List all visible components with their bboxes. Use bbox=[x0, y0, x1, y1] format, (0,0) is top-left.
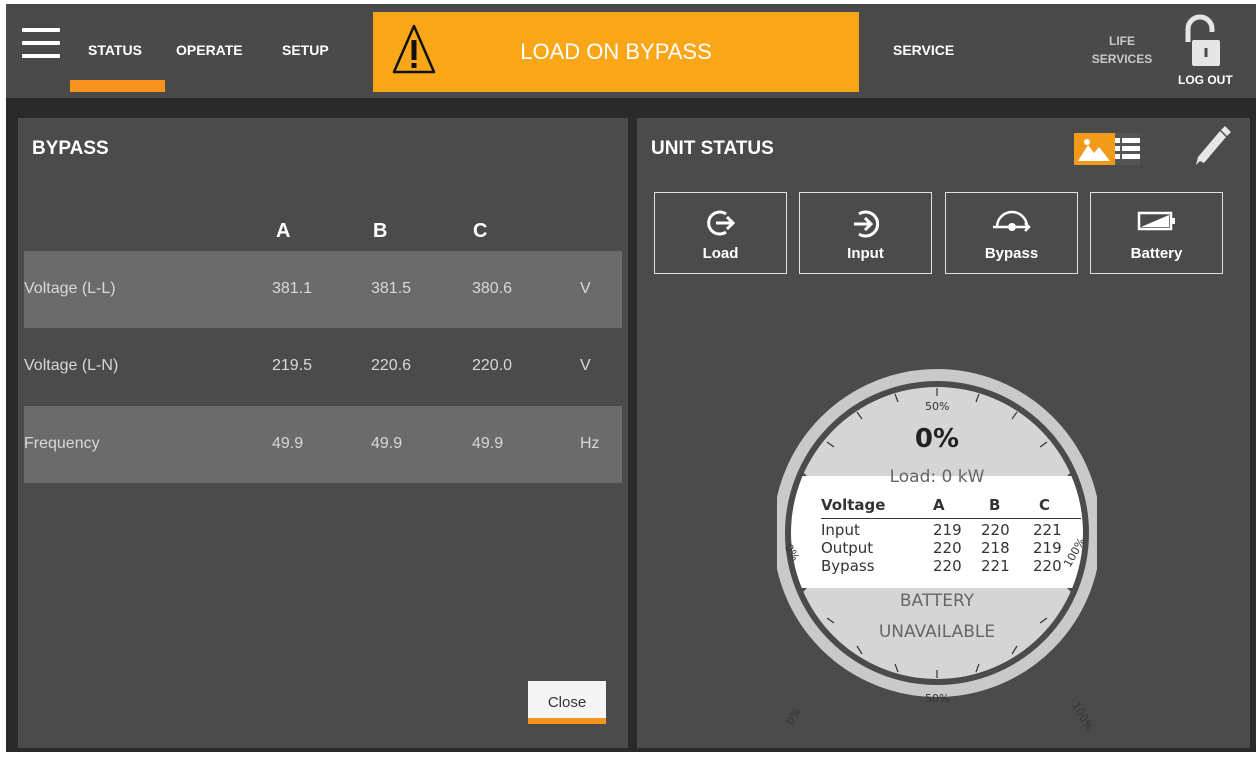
logout-button[interactable]: LOG OUT bbox=[1178, 73, 1233, 87]
row-label: Voltage (L-N) bbox=[24, 357, 119, 374]
load-kw: Load: 0 kW bbox=[889, 467, 985, 487]
table-row-frequency: Frequency 49.9 49.9 49.9 Hz bbox=[24, 406, 622, 483]
row-label: Input bbox=[821, 521, 860, 539]
unit: V bbox=[580, 280, 591, 297]
unit: V bbox=[580, 357, 591, 374]
list-view-toggle[interactable] bbox=[1115, 133, 1140, 165]
list-icon bbox=[1115, 138, 1140, 159]
value-c: 380.6 bbox=[472, 280, 513, 297]
input-tile[interactable]: Input bbox=[799, 192, 932, 274]
bypass-tile[interactable]: Bypass bbox=[945, 192, 1078, 274]
close-button-accent bbox=[528, 718, 606, 724]
battery-tile[interactable]: Battery bbox=[1090, 192, 1223, 274]
column-header-b: B bbox=[373, 220, 388, 242]
value-c: 220 bbox=[1033, 557, 1062, 575]
active-tab-indicator bbox=[70, 80, 165, 92]
value-a: 220 bbox=[933, 557, 962, 575]
value-c: 49.9 bbox=[472, 435, 504, 452]
table-row-voltage-ln: Voltage (L-N) 219.5 220.6 220.0 V bbox=[24, 328, 622, 405]
nav-tab-life-services[interactable]: LIFE SERVICES bbox=[1087, 32, 1157, 68]
gauge-bottom-tick-label: 50% bbox=[925, 692, 950, 705]
unlock-icon[interactable] bbox=[1182, 12, 1224, 70]
value-a: 49.9 bbox=[272, 435, 304, 452]
input-icon bbox=[853, 210, 879, 238]
unit-status-panel: UNIT STATUS Load Input Bypass Battery 50… bbox=[637, 118, 1250, 748]
unit-status-title: UNIT STATUS bbox=[651, 138, 774, 159]
header-voltage: Voltage bbox=[821, 496, 886, 514]
row-label: Frequency bbox=[24, 435, 100, 452]
load-gauge: 50% 50% 0% 100% 0% 100% 0% Load: 0 kW Vo… bbox=[773, 348, 1101, 733]
mountain-image-icon bbox=[1078, 139, 1110, 161]
load-tile-label: Load bbox=[702, 245, 739, 262]
life-services-label-line1: LIFE bbox=[1109, 34, 1135, 48]
value-a: 219 bbox=[933, 521, 962, 539]
header-a: A bbox=[933, 496, 945, 514]
close-button[interactable]: Close bbox=[528, 681, 606, 724]
column-header-c: C bbox=[473, 220, 488, 242]
gauge-row-input: Input 219 220 221 bbox=[821, 521, 1081, 539]
table-row-voltage-ll: Voltage (L-L) 381.1 381.5 380.6 V bbox=[24, 251, 622, 328]
value-b: 49.9 bbox=[371, 435, 403, 452]
header-b: B bbox=[989, 496, 1001, 514]
value-a: 381.1 bbox=[272, 280, 313, 297]
gauge-row-output: Output 220 218 219 bbox=[821, 539, 1081, 557]
value-b: 220 bbox=[981, 521, 1010, 539]
value-c: 220.0 bbox=[472, 357, 513, 374]
gauge-voltage-table: Voltage A B C Input 219 220 221 Output 2… bbox=[821, 496, 1081, 575]
battery-status-line1: BATTERY bbox=[899, 591, 975, 611]
value-c: 219 bbox=[1033, 539, 1062, 557]
battery-icon bbox=[1137, 211, 1175, 231]
column-header-a: A bbox=[276, 220, 291, 242]
value-b: 218 bbox=[981, 539, 1010, 557]
load-icon bbox=[706, 210, 735, 236]
load-percent: 0% bbox=[914, 424, 960, 454]
value-c: 221 bbox=[1033, 521, 1062, 539]
menu-icon[interactable] bbox=[22, 28, 60, 60]
row-label: Voltage (L-L) bbox=[24, 280, 116, 297]
header-c: C bbox=[1039, 496, 1051, 514]
battery-tile-label: Battery bbox=[1130, 245, 1183, 262]
alert-banner[interactable]: LOAD ON BYPASS bbox=[373, 12, 859, 92]
alert-message: LOAD ON BYPASS bbox=[520, 39, 712, 64]
bypass-panel: BYPASS A B C Voltage (L-L) 381.1 381.5 3… bbox=[18, 118, 628, 748]
value-a: 219.5 bbox=[272, 357, 313, 374]
nav-tab-status[interactable]: STATUS bbox=[88, 42, 142, 58]
nav-tab-service[interactable]: SERVICE bbox=[893, 42, 954, 58]
value-b: 220.6 bbox=[371, 357, 412, 374]
gauge-table-header: Voltage A B C bbox=[821, 496, 1081, 519]
bypass-title: BYPASS bbox=[32, 138, 109, 159]
input-tile-label: Input bbox=[847, 245, 884, 262]
pencil-icon[interactable] bbox=[1192, 123, 1232, 167]
nav-tab-operate[interactable]: OPERATE bbox=[176, 42, 243, 58]
value-b: 221 bbox=[981, 557, 1010, 575]
value-a: 220 bbox=[933, 539, 962, 557]
bypass-icon bbox=[992, 210, 1031, 232]
row-label: Output bbox=[821, 539, 874, 557]
bypass-tile-label: Bypass bbox=[984, 245, 1039, 262]
row-label: Bypass bbox=[821, 557, 875, 575]
close-button-label: Close bbox=[547, 694, 587, 711]
top-navigation-bar: STATUS OPERATE SETUP LOAD ON BYPASS SERV… bbox=[6, 4, 1256, 98]
gauge-top-tick-label: 50% bbox=[925, 400, 950, 413]
value-b: 381.5 bbox=[371, 280, 412, 297]
unit: Hz bbox=[580, 435, 600, 452]
battery-status-line2: UNAVAILABLE bbox=[878, 622, 996, 642]
life-services-label-line2: SERVICES bbox=[1091, 52, 1153, 66]
gauge-row-bypass: Bypass 220 221 220 bbox=[821, 557, 1081, 575]
app-frame: STATUS OPERATE SETUP LOAD ON BYPASS SERV… bbox=[6, 4, 1256, 752]
load-tile[interactable]: Load bbox=[654, 192, 787, 274]
nav-tab-setup[interactable]: SETUP bbox=[282, 42, 329, 58]
